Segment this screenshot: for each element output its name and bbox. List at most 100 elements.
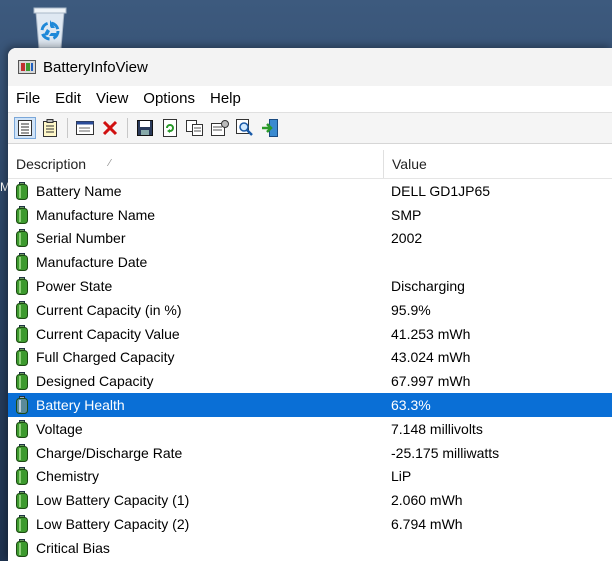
table-row[interactable]: Battery Name DELL GD1JP65 bbox=[8, 179, 612, 203]
cell-description: Charge/Discharge Rate bbox=[8, 443, 383, 462]
cell-description: Critical Bias bbox=[8, 538, 383, 557]
battery-icon bbox=[16, 205, 28, 224]
table-row[interactable]: Manufacture Name SMP bbox=[8, 203, 612, 227]
table-row[interactable]: Full Charged Capacity 43.024 mWh bbox=[8, 346, 612, 370]
row-description: Charge/Discharge Rate bbox=[36, 444, 183, 461]
table-row[interactable]: Low Battery Capacity (1) 2.060 mWh bbox=[8, 488, 612, 512]
cell-description: Current Capacity (in %) bbox=[8, 300, 383, 319]
save-button[interactable] bbox=[134, 117, 156, 139]
title-bar[interactable]: BatteryInfoView bbox=[8, 48, 612, 86]
battery-icon bbox=[16, 467, 28, 486]
row-value: -25.175 milliwatts bbox=[391, 444, 500, 461]
battery-icon bbox=[16, 443, 28, 462]
table-row[interactable]: Chemistry LiP bbox=[8, 465, 612, 489]
row-description: Current Capacity (in %) bbox=[36, 301, 182, 318]
cell-description: Full Charged Capacity bbox=[8, 348, 383, 367]
row-description: Manufacture Date bbox=[36, 254, 148, 271]
column-header-description[interactable]: Description ⁄ bbox=[8, 150, 384, 178]
copy-icon bbox=[186, 120, 203, 136]
menu-file[interactable]: File bbox=[8, 86, 47, 112]
cell-description: Current Capacity Value bbox=[8, 324, 383, 343]
row-description: Low Battery Capacity (2) bbox=[36, 516, 190, 533]
list-header: Description ⁄ Value bbox=[8, 150, 612, 179]
save-icon bbox=[137, 120, 153, 136]
battery-icon bbox=[16, 491, 28, 510]
battery-icon bbox=[16, 253, 28, 272]
cell-description: Low Battery Capacity (2) bbox=[8, 515, 383, 534]
view-list-button[interactable] bbox=[14, 117, 36, 139]
app-icon bbox=[18, 60, 36, 74]
column-header-description-label: Description bbox=[16, 156, 87, 172]
column-header-value[interactable]: Value bbox=[384, 150, 612, 178]
table-row[interactable]: Critical Bias bbox=[8, 536, 612, 560]
battery-icon bbox=[16, 181, 28, 200]
row-value: DELL GD1JP65 bbox=[391, 182, 491, 199]
table-row[interactable]: Manufacture Date bbox=[8, 250, 612, 274]
menu-view[interactable]: View bbox=[88, 86, 135, 112]
battery-icon bbox=[16, 396, 28, 415]
row-description: Current Capacity Value bbox=[36, 325, 180, 342]
cell-description: Serial Number bbox=[8, 229, 383, 248]
app-window: BatteryInfoView File Edit View Options H… bbox=[8, 48, 612, 561]
battery-icon bbox=[16, 324, 28, 343]
battery-icon bbox=[16, 538, 28, 557]
table-row[interactable]: Power State Discharging bbox=[8, 274, 612, 298]
row-value: 2002 bbox=[391, 230, 423, 247]
cell-description: Designed Capacity bbox=[8, 372, 383, 391]
cell-description: Battery Health bbox=[8, 396, 383, 415]
row-description: Power State bbox=[36, 278, 113, 295]
row-description: Designed Capacity bbox=[36, 373, 154, 390]
row-value: Discharging bbox=[391, 278, 465, 295]
list-body: Battery Name DELL GD1JP65 Manufacture Name… bbox=[8, 179, 612, 560]
column-header-value-label: Value bbox=[392, 156, 427, 172]
row-description: Manufacture Name bbox=[36, 206, 156, 223]
exit-button[interactable] bbox=[259, 117, 281, 139]
battery-icon bbox=[16, 372, 28, 391]
table-row[interactable]: Voltage 7.148 millivolts bbox=[8, 417, 612, 441]
cell-description: Chemistry bbox=[8, 467, 383, 486]
table-row[interactable]: Current Capacity Value 41.253 mWh bbox=[8, 322, 612, 346]
toolbar bbox=[8, 112, 612, 144]
row-description: Full Charged Capacity bbox=[36, 349, 175, 366]
toolbar-separator bbox=[67, 118, 68, 138]
toolbar-separator bbox=[127, 118, 128, 138]
battery-icon bbox=[16, 348, 28, 367]
row-description: Serial Number bbox=[36, 230, 126, 247]
menu-bar: File Edit View Options Help bbox=[8, 86, 612, 112]
copy-button[interactable] bbox=[184, 117, 206, 139]
battery-icon bbox=[16, 300, 28, 319]
desktop-text-fragment: M bbox=[0, 180, 10, 194]
cell-description: Manufacture Date bbox=[8, 253, 383, 272]
view-details-button[interactable] bbox=[39, 117, 61, 139]
menu-edit[interactable]: Edit bbox=[47, 86, 88, 112]
battery-icon bbox=[16, 515, 28, 534]
cell-description: Battery Name bbox=[8, 181, 383, 200]
refresh-button[interactable] bbox=[159, 117, 181, 139]
row-value: 6.794 mWh bbox=[391, 516, 463, 533]
table-row[interactable]: Charge/Discharge Rate -25.175 milliwatts bbox=[8, 441, 612, 465]
row-value: 2.060 mWh bbox=[391, 492, 463, 509]
row-value: 67.997 mWh bbox=[391, 373, 471, 390]
menu-options[interactable]: Options bbox=[135, 86, 202, 112]
battery-icon bbox=[16, 277, 28, 296]
row-value: LiP bbox=[391, 468, 412, 485]
cell-description: Low Battery Capacity (1) bbox=[8, 491, 383, 510]
row-description: Battery Health bbox=[36, 397, 125, 414]
row-value: 43.024 mWh bbox=[391, 349, 471, 366]
table-row[interactable]: Low Battery Capacity (2) 6.794 mWh bbox=[8, 512, 612, 536]
table-row[interactable]: Battery Health 63.3% bbox=[8, 393, 612, 417]
exit-icon bbox=[262, 119, 278, 137]
delete-button[interactable] bbox=[99, 117, 121, 139]
menu-help[interactable]: Help bbox=[202, 86, 248, 112]
recycle-bin-icon[interactable] bbox=[28, 4, 72, 50]
find-button[interactable] bbox=[234, 117, 256, 139]
table-row[interactable]: Current Capacity (in %) 95.9% bbox=[8, 298, 612, 322]
properties-window-button[interactable] bbox=[74, 117, 96, 139]
properties-button[interactable] bbox=[209, 117, 231, 139]
row-description: Voltage bbox=[36, 420, 83, 437]
cell-description: Manufacture Name bbox=[8, 205, 383, 224]
table-row[interactable]: Designed Capacity 67.997 mWh bbox=[8, 369, 612, 393]
properties-icon bbox=[211, 120, 229, 136]
table-row[interactable]: Serial Number 2002 bbox=[8, 227, 612, 251]
battery-icon bbox=[16, 419, 28, 438]
